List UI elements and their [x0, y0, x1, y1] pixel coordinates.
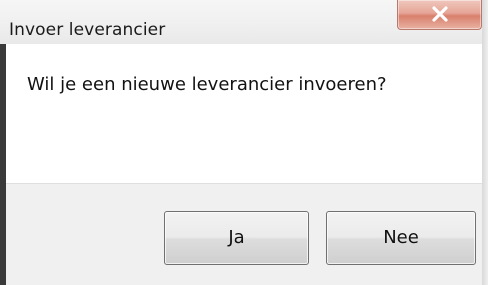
- message-area: [6, 44, 482, 183]
- title-bar[interactable]: Invoer leverancier: [0, 0, 488, 44]
- yes-button[interactable]: Ja: [164, 211, 309, 265]
- no-button[interactable]: Nee: [326, 211, 476, 265]
- dialog-message: Wil je een nieuwe leverancier invoeren?: [27, 74, 387, 95]
- dialog-window: Invoer leverancier Wil je een nieuwe lev…: [0, 0, 488, 285]
- close-button[interactable]: [397, 0, 482, 30]
- close-icon: [432, 6, 448, 22]
- window-title: Invoer leverancier: [9, 20, 166, 40]
- window-right-border: [482, 0, 488, 285]
